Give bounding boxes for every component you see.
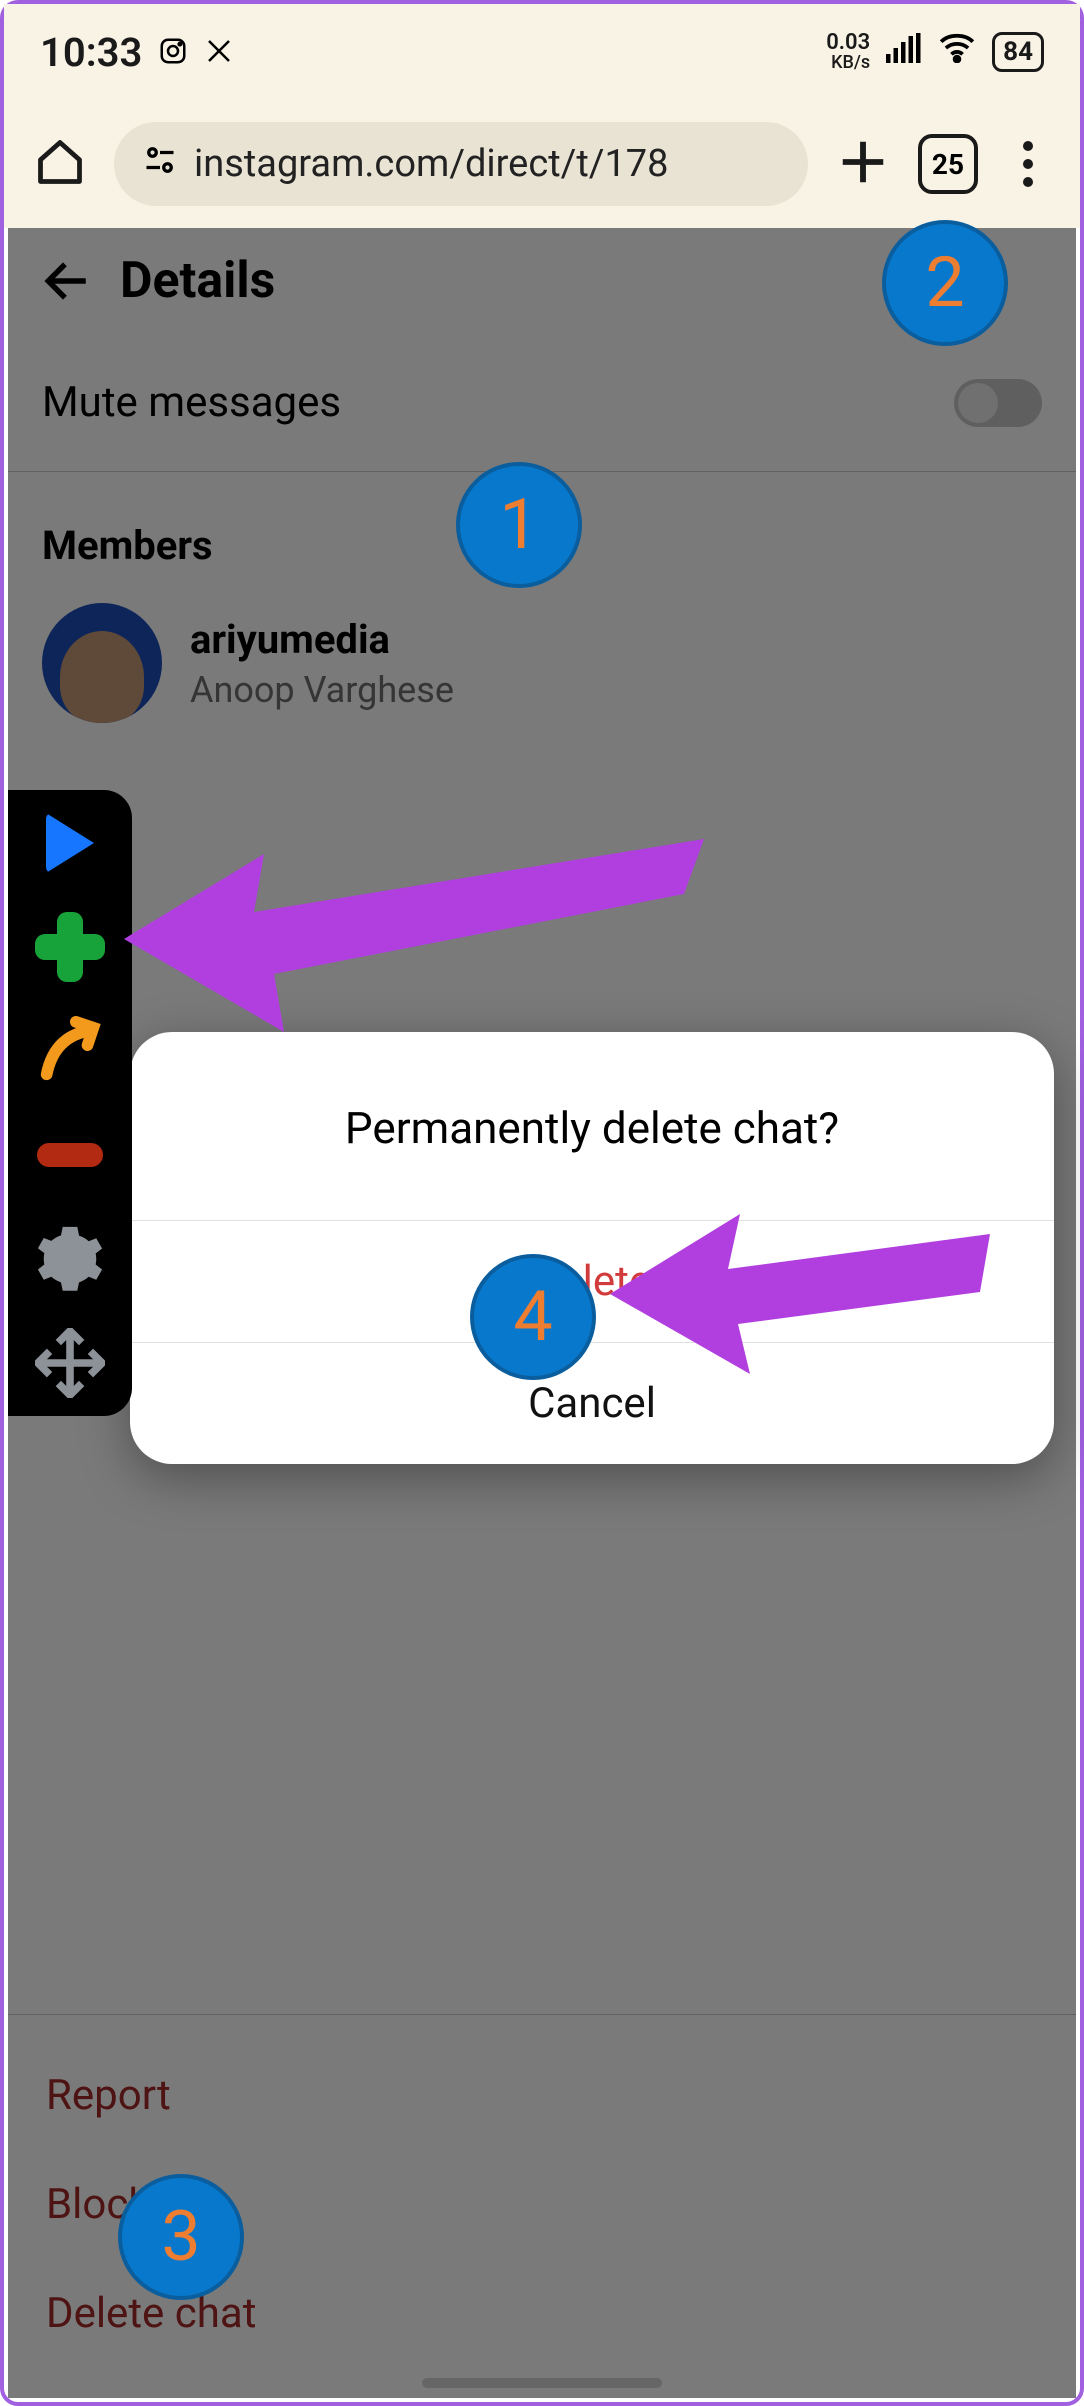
dialog-title: Permanently delete chat?	[130, 1032, 1054, 1220]
url-text: instagram.com/direct/t/178	[194, 142, 669, 186]
new-tab-button[interactable]	[836, 135, 890, 193]
home-button[interactable]	[34, 136, 86, 192]
annotation-tool-palette[interactable]	[8, 790, 132, 1416]
site-settings-icon[interactable]	[142, 142, 178, 186]
browser-toolbar: instagram.com/direct/t/178 25	[4, 100, 1080, 228]
move-tool-icon[interactable]	[35, 1328, 105, 1398]
annotation-arrow-left	[124, 834, 704, 1044]
battery-indicator: 84	[992, 32, 1044, 72]
arrow-tool-icon[interactable]	[35, 1016, 105, 1086]
address-bar[interactable]: instagram.com/direct/t/178	[114, 122, 808, 206]
annotation-marker-4: 4	[470, 1254, 596, 1380]
tab-switcher-button[interactable]: 25	[918, 134, 978, 194]
nav-indicator	[422, 2378, 662, 2388]
settings-tool-icon[interactable]	[35, 1224, 105, 1294]
annotation-arrow-right	[610, 1214, 990, 1374]
data-rate-indicator: 0.03 KB/s	[826, 32, 870, 72]
play-tool-icon[interactable]	[35, 808, 105, 878]
annotation-marker-2: 2	[882, 220, 1008, 346]
status-bar: 10:33 0.03 KB/s 84	[4, 4, 1080, 100]
annotation-marker-1: 1	[456, 462, 582, 588]
add-tool-icon[interactable]	[35, 912, 105, 982]
status-time: 10:33	[40, 29, 142, 76]
no-location-icon	[204, 29, 234, 76]
instagram-icon	[158, 29, 188, 76]
browser-menu-button[interactable]	[1006, 141, 1050, 187]
signal-icon	[886, 32, 922, 72]
wifi-icon	[938, 32, 976, 72]
remove-tool-icon[interactable]	[35, 1120, 105, 1190]
annotation-marker-3: 3	[118, 2174, 244, 2300]
